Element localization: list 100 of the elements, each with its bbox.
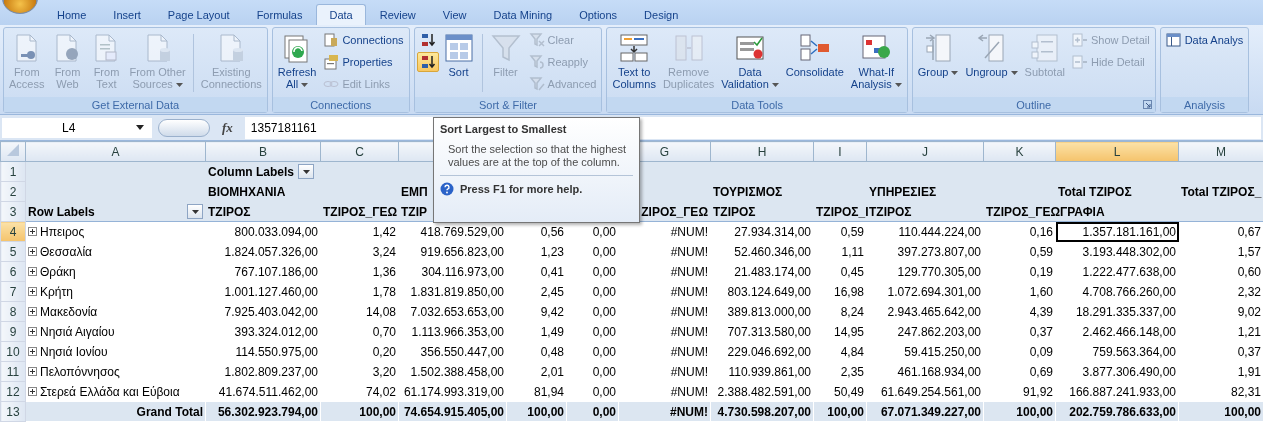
subtotal-icon bbox=[1028, 32, 1061, 64]
dialog-launcher-icon[interactable] bbox=[1142, 100, 1152, 109]
group-label: Get External Data bbox=[91, 98, 180, 111]
row-label: Θεσσαλία bbox=[40, 244, 93, 259]
pivot-header-cell: ΤΖΙΡΟΣ_Ι bbox=[816, 204, 869, 219]
row-header[interactable]: 7 bbox=[0, 281, 26, 302]
column-header[interactable]: M bbox=[1178, 141, 1263, 162]
ribbon-button[interactable]: Ungroup bbox=[962, 30, 1021, 80]
column-header[interactable]: L bbox=[1055, 141, 1179, 162]
table-cell: 0,16 bbox=[983, 221, 1056, 242]
column-header[interactable]: A bbox=[25, 141, 206, 162]
ribbon-button[interactable]: Properties bbox=[320, 52, 407, 72]
ribbon-button[interactable]: Sort bbox=[439, 30, 478, 80]
ribbon-button[interactable]: What-If Analysis bbox=[847, 30, 905, 92]
column-header[interactable]: K bbox=[983, 141, 1056, 162]
pivot-header-cell: ΤΖΙΡΟΣ_ΓΕΩΓΡΑΦΙΑ bbox=[986, 204, 1105, 219]
row-header[interactable]: 4 bbox=[0, 221, 26, 242]
ribbon-tab[interactable]: Options bbox=[566, 4, 631, 25]
column-header[interactable]: B bbox=[205, 141, 321, 162]
ribbon-tab[interactable]: Design bbox=[631, 4, 692, 25]
sort-descending-icon bbox=[419, 54, 436, 70]
text-to-columns-icon bbox=[618, 32, 651, 64]
ribbon-button[interactable]: Connections bbox=[320, 30, 407, 50]
help-icon bbox=[440, 182, 454, 196]
group-label: Analysis bbox=[1184, 98, 1225, 111]
ribbon-button[interactable] bbox=[416, 52, 439, 72]
column-header[interactable]: C bbox=[320, 141, 399, 162]
table-cell: 1.357.181.161,00 bbox=[1055, 221, 1179, 242]
expand-icon[interactable] bbox=[28, 247, 37, 256]
ribbon-tab[interactable]: Home bbox=[44, 4, 100, 25]
pivot-header-cell: ΤΖΙΡΟΣ bbox=[713, 204, 756, 219]
row-header[interactable]: 2 bbox=[0, 181, 26, 202]
plus-icon bbox=[1071, 32, 1088, 48]
row-header[interactable]: 5 bbox=[0, 241, 26, 262]
ribbon-tab[interactable]: Insert bbox=[100, 4, 154, 25]
minus-icon bbox=[1071, 54, 1088, 70]
row-header[interactable]: 11 bbox=[0, 361, 26, 382]
expand-icon[interactable] bbox=[28, 287, 37, 296]
filter-dropdown-button[interactable] bbox=[298, 164, 314, 179]
row-label: Ηπειρος bbox=[40, 224, 85, 239]
ribbon-tab[interactable]: Page Layout bbox=[154, 4, 243, 25]
row-header[interactable]: 12 bbox=[0, 381, 26, 402]
expand-icon[interactable] bbox=[28, 227, 37, 236]
resize-handle[interactable] bbox=[158, 118, 210, 137]
ribbon-button[interactable]: Data Analys bbox=[1162, 30, 1247, 50]
filter-icon bbox=[489, 32, 522, 64]
ribbon-button[interactable]: Group bbox=[914, 30, 962, 80]
column-header[interactable]: I bbox=[813, 141, 867, 162]
ribbon-button[interactable]: Text to Columns bbox=[609, 30, 659, 92]
expand-icon[interactable] bbox=[28, 387, 37, 396]
ribbon-button[interactable]: Data Validation bbox=[718, 30, 782, 92]
row-label: Νησιά Αιγαίου bbox=[40, 324, 115, 339]
expand-icon[interactable] bbox=[28, 267, 37, 276]
expand-icon[interactable] bbox=[28, 347, 37, 356]
row-header[interactable]: 13 bbox=[0, 401, 26, 422]
group-label: Data Tools bbox=[731, 98, 784, 111]
pivot-header-cell: ΥΠΗΡΕΣΙΕΣ bbox=[869, 184, 937, 199]
caret-icon bbox=[191, 209, 199, 214]
pivot-header-cell: ΤΖΙΡ bbox=[401, 204, 427, 219]
name-box[interactable]: L4 bbox=[2, 117, 152, 138]
ribbon-tab[interactable]: Data Mining bbox=[480, 4, 566, 25]
sort-ascending-icon bbox=[419, 32, 436, 48]
row-header[interactable]: 10 bbox=[0, 341, 26, 362]
advanced-filter-icon bbox=[528, 76, 545, 92]
row-label: Στερεά Ελλάδα και Εύβοια bbox=[40, 384, 180, 399]
expand-icon[interactable] bbox=[28, 327, 37, 336]
reapply-icon bbox=[528, 54, 545, 70]
row-header[interactable]: 1 bbox=[0, 161, 26, 182]
row-header[interactable]: 9 bbox=[0, 321, 26, 342]
ribbon-tab[interactable]: Formulas bbox=[243, 4, 316, 25]
ribbon-button[interactable]: Refresh All bbox=[274, 30, 320, 92]
row-header[interactable]: 6 bbox=[0, 261, 26, 282]
column-header[interactable]: J bbox=[866, 141, 984, 162]
row-label: Κρήτη bbox=[40, 284, 73, 299]
pivot-header-cell: ΖΙΡΟΣ_ΓΕΩ bbox=[641, 204, 708, 219]
group-label: Connections bbox=[310, 98, 372, 111]
pivot-header-cell: ΒΙΟΜΗΧΑΝΙΑ bbox=[208, 184, 286, 199]
filter-dropdown-button[interactable] bbox=[187, 204, 203, 219]
row-label: Θράκη bbox=[40, 264, 76, 279]
insert-function-button[interactable]: fx bbox=[216, 119, 239, 136]
pivot-header-cell: Total ΤΖΙΡΟΣ_ bbox=[1181, 184, 1262, 199]
expand-icon[interactable] bbox=[28, 367, 37, 376]
column-header[interactable]: H bbox=[710, 141, 814, 162]
pivot-header-cell: ΤΖΙΡΟΣ_ΓΕΩ bbox=[323, 204, 398, 219]
pivot-header-cell: Column Labels bbox=[208, 164, 294, 179]
ribbon-tab[interactable]: Data bbox=[316, 4, 366, 25]
row-header[interactable]: 8 bbox=[0, 301, 26, 322]
remove-duplicates-icon bbox=[672, 32, 705, 64]
tooltip-help: Press F1 for more help. bbox=[460, 183, 583, 195]
pivot-header-cell: ΤΖΙΡΟΣ bbox=[869, 204, 912, 219]
clear-filter-icon bbox=[528, 32, 545, 48]
ribbon-button[interactable]: Consolidate bbox=[782, 30, 847, 80]
properties-icon bbox=[323, 54, 340, 70]
pivot-header-cell: ΕΜΠ bbox=[401, 184, 428, 199]
sort-icon bbox=[442, 32, 475, 64]
expand-icon[interactable] bbox=[28, 307, 37, 316]
ribbon-tab[interactable]: View bbox=[429, 4, 480, 25]
row-header[interactable]: 3 bbox=[0, 201, 26, 222]
ribbon-tab[interactable]: Review bbox=[366, 4, 429, 25]
tooltip-title: Sort Largest to Smallest bbox=[440, 123, 568, 135]
